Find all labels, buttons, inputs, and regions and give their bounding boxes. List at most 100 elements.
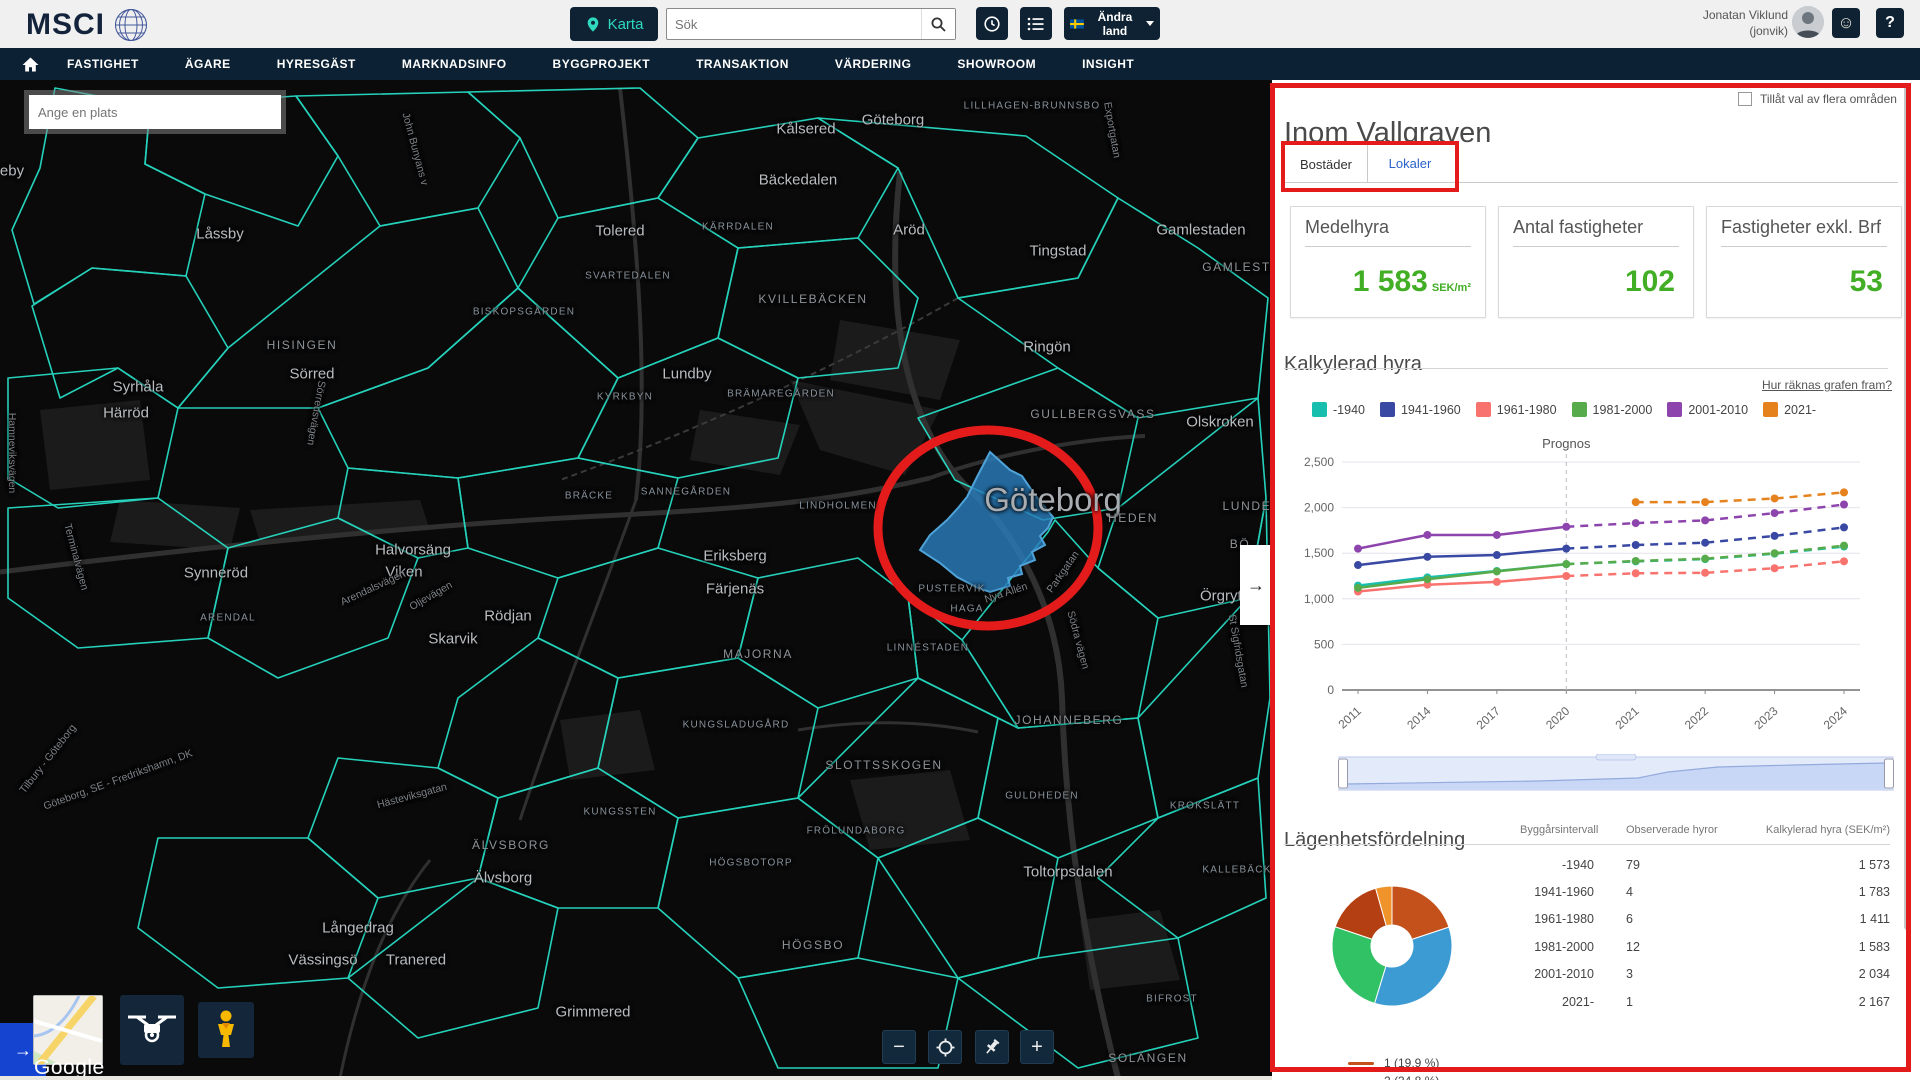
nav-item-marknadsinfo[interactable]: MARKNADSINFO bbox=[402, 57, 507, 71]
panel-expand-button[interactable]: → bbox=[1240, 545, 1272, 625]
msci-logo[interactable]: MSCI bbox=[26, 7, 149, 43]
nav-item-showroom[interactable]: SHOWROOM bbox=[957, 57, 1036, 71]
legend-item[interactable]: 1941-1960 bbox=[1380, 402, 1461, 417]
home-icon bbox=[22, 57, 39, 72]
svg-text:1,500: 1,500 bbox=[1304, 546, 1334, 560]
map-thumbnail bbox=[34, 996, 102, 1064]
chart-legend: -1940 1941-1960 1961-1980 1981-2000 2001-201… bbox=[1312, 402, 1892, 417]
svg-text:2,500: 2,500 bbox=[1304, 455, 1334, 469]
map-type-button[interactable] bbox=[33, 995, 103, 1065]
feedback-button[interactable]: ☺ bbox=[1832, 8, 1860, 38]
table-cell: 2001-2010 bbox=[1496, 967, 1608, 981]
legend-swatch bbox=[1763, 402, 1778, 417]
nav-item-fastighet[interactable]: FASTIGHET bbox=[67, 57, 139, 71]
slider-handle-left[interactable] bbox=[1339, 759, 1348, 788]
smiley-icon: ☺ bbox=[1837, 13, 1854, 33]
legend-item[interactable]: -1940 bbox=[1312, 402, 1365, 417]
table-body: -1940791 5731941-196041 7831961-198061 4… bbox=[1496, 851, 1890, 1015]
place-search-input[interactable] bbox=[29, 95, 281, 129]
table-cell: 1941-1960 bbox=[1496, 885, 1608, 899]
chart-range-slider[interactable] bbox=[1338, 754, 1894, 794]
stat-card: Medelhyra1 583SEK/m² bbox=[1290, 206, 1486, 318]
legend-item[interactable]: 2001-2010 bbox=[1667, 402, 1748, 417]
table-row: 1961-198061 411 bbox=[1496, 906, 1890, 933]
stat-label: Fastigheter exkl. Brf bbox=[1721, 217, 1887, 247]
nav-item-ägare[interactable]: ÄGARE bbox=[185, 57, 231, 71]
legend-swatch bbox=[1667, 402, 1682, 417]
table-cell: 12 bbox=[1608, 940, 1740, 954]
stat-value: 1 583 bbox=[1353, 265, 1428, 298]
locate-button[interactable] bbox=[928, 1030, 962, 1064]
help-button[interactable]: ? bbox=[1876, 8, 1904, 38]
tab-bostäder[interactable]: Bostäder bbox=[1284, 144, 1368, 183]
map-canvas[interactable]: GöteborgebyKålseredGöteborgLILLHAGEN-BRU… bbox=[0, 80, 1272, 1080]
donut-slice-3[interactable] bbox=[1332, 927, 1386, 1004]
legend-item[interactable]: 2021- bbox=[1763, 402, 1816, 417]
map-pin-icon bbox=[585, 16, 601, 33]
donut-legend: 1 (19,9 %)2 (34,8 %) bbox=[1348, 1054, 1439, 1080]
globe-icon bbox=[113, 7, 149, 43]
table-cell: 1 583 bbox=[1740, 940, 1890, 954]
nav-home[interactable] bbox=[22, 57, 39, 72]
legend-item[interactable]: 1981-2000 bbox=[1572, 402, 1653, 417]
tab-bar: BostäderLokaler bbox=[1284, 144, 1452, 183]
clock-icon bbox=[983, 15, 1001, 33]
drone-view-button[interactable] bbox=[120, 995, 184, 1065]
table-header-row: ByggårsintervallObserverade hyrorKalkyle… bbox=[1496, 818, 1890, 842]
distribution-table: ByggårsintervallObserverade hyrorKalkyle… bbox=[1496, 818, 1890, 1015]
nav-item-hyresgäst[interactable]: HYRESGÄST bbox=[277, 57, 356, 71]
svg-text:500: 500 bbox=[1314, 637, 1334, 651]
list-menu-button[interactable] bbox=[1020, 7, 1052, 40]
table-row: 2001-201032 034 bbox=[1496, 961, 1890, 988]
avatar[interactable] bbox=[1792, 6, 1824, 38]
divider bbox=[1284, 368, 1888, 369]
pin-button[interactable] bbox=[975, 1030, 1009, 1064]
nav-item-insight[interactable]: INSIGHT bbox=[1082, 57, 1134, 71]
slider-handle-right[interactable] bbox=[1885, 759, 1894, 788]
table-cell: 2021- bbox=[1496, 995, 1608, 1009]
map-view-label: Karta bbox=[608, 16, 644, 33]
zoom-out-button[interactable]: − bbox=[882, 1030, 916, 1064]
nav-item-transaktion[interactable]: TRANSAKTION bbox=[696, 57, 789, 71]
main-nav: FASTIGHET ÄGARE HYRESGÄST MARKNADSINFO BYGGP… bbox=[0, 48, 1920, 80]
table-cell: 79 bbox=[1608, 858, 1740, 872]
table-cell: -1940 bbox=[1496, 858, 1608, 872]
map-view-button[interactable]: Karta bbox=[570, 7, 658, 41]
pegman-icon bbox=[211, 1009, 241, 1049]
legend-swatch bbox=[1572, 402, 1587, 417]
svg-text:1,000: 1,000 bbox=[1304, 592, 1334, 606]
svg-text:2021: 2021 bbox=[1613, 704, 1642, 732]
panel-scrollbar[interactable] bbox=[1904, 86, 1911, 930]
stat-card: Fastigheter exkl. Brf 53 bbox=[1706, 206, 1902, 318]
table-cell: 6 bbox=[1608, 912, 1740, 926]
stat-unit: SEK/m² bbox=[1432, 282, 1471, 294]
svg-text:2017: 2017 bbox=[1474, 704, 1503, 732]
history-button[interactable] bbox=[976, 7, 1008, 40]
stat-value: 53 bbox=[1850, 265, 1883, 298]
donut-legend-item[interactable]: 2 (34,8 %) bbox=[1348, 1072, 1439, 1080]
donut-legend-item[interactable]: 1 (19,9 %) bbox=[1348, 1054, 1439, 1072]
search-input[interactable] bbox=[667, 17, 921, 32]
change-country-button[interactable]: Ändra land bbox=[1064, 7, 1160, 40]
pegman-button[interactable] bbox=[198, 1002, 254, 1058]
stat-value: 102 bbox=[1625, 265, 1675, 298]
donut-legend-marker bbox=[1348, 1062, 1374, 1065]
legend-swatch bbox=[1312, 402, 1327, 417]
sweden-flag-icon bbox=[1070, 18, 1084, 30]
divider bbox=[1284, 844, 1496, 845]
search-button[interactable] bbox=[921, 9, 955, 39]
help-icon: ? bbox=[1885, 14, 1895, 32]
tab-lokaler[interactable]: Lokaler bbox=[1368, 144, 1452, 183]
avatar-image bbox=[1792, 6, 1824, 38]
distribution-section-title: Lägenhetsfördelning bbox=[1284, 829, 1465, 852]
multi-area-checkbox[interactable] bbox=[1738, 92, 1752, 106]
nav-items: FASTIGHET ÄGARE HYRESGÄST MARKNADSINFO BYGGP… bbox=[67, 57, 1134, 71]
how-is-graph-calculated-link[interactable]: Hur räknas grafen fram? bbox=[1762, 378, 1892, 392]
nav-item-byggprojekt[interactable]: BYGGPROJEKT bbox=[553, 57, 651, 71]
legend-item[interactable]: 1961-1980 bbox=[1476, 402, 1557, 417]
table-cell: 1 bbox=[1608, 995, 1740, 1009]
nav-item-värdering[interactable]: VÄRDERING bbox=[835, 57, 912, 71]
slider-grip[interactable] bbox=[1596, 754, 1636, 760]
table-cell: 1961-1980 bbox=[1496, 912, 1608, 926]
zoom-in-button[interactable]: + bbox=[1020, 1030, 1054, 1064]
